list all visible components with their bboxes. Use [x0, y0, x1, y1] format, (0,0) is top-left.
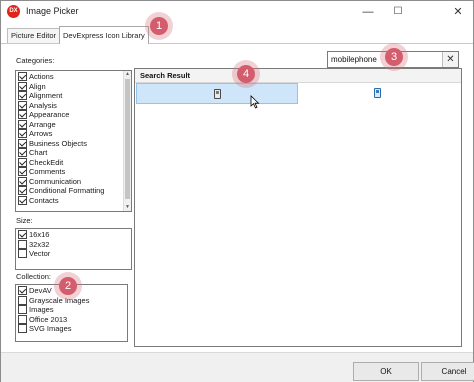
close-button[interactable]: ✕: [443, 1, 473, 23]
category-item-label: Comments: [29, 167, 66, 177]
collection-label: Collection:: [16, 272, 52, 281]
checked-checkbox-icon[interactable]: [18, 81, 27, 91]
checked-checkbox-icon[interactable]: [18, 230, 27, 240]
results-title: Search Result: [140, 71, 191, 80]
collection-item[interactable]: SVG Images: [16, 324, 127, 334]
category-item[interactable]: Comments: [16, 167, 131, 177]
categories-scrollbar[interactable]: ▲ ▼: [123, 71, 131, 211]
search-results-panel: Search Result: [134, 68, 462, 347]
category-item-label: Chart: [29, 148, 48, 158]
checked-checkbox-icon[interactable]: [18, 72, 27, 82]
unchecked-checkbox-icon[interactable]: [18, 324, 27, 334]
maximize-button[interactable]: ☐: [383, 1, 413, 23]
categories-list[interactable]: Actions Align Alignment Analysis Appearance A…: [15, 70, 132, 212]
collection-item-label: Images: [29, 305, 54, 315]
category-item-label: Contacts: [29, 195, 59, 205]
category-item[interactable]: Alignment: [16, 91, 131, 101]
collection-item-label: SVG Images: [29, 324, 72, 334]
scroll-down-arrow-icon[interactable]: ▼: [124, 204, 131, 211]
callout-1: 1: [145, 12, 173, 40]
callout-3: 3: [380, 43, 408, 71]
category-item[interactable]: Actions: [16, 72, 131, 82]
category-item[interactable]: Communication: [16, 176, 131, 187]
tab-strip: Picture Editor DevExpress Icon Library: [1, 23, 473, 44]
checked-checkbox-icon[interactable]: [18, 167, 27, 177]
category-item[interactable]: Arrows: [16, 129, 131, 139]
category-item-label: Arrange: [29, 119, 56, 129]
checked-checkbox-icon[interactable]: [18, 129, 27, 139]
size-list[interactable]: 16x16 32x32 Vector: [15, 228, 132, 270]
scroll-thumb[interactable]: [125, 79, 130, 199]
checked-checkbox-icon[interactable]: [18, 157, 27, 167]
category-item-label: Align: [29, 81, 46, 91]
category-item-label: Business Objects: [29, 138, 87, 148]
size-item-label: 16x16: [29, 230, 50, 240]
category-item-label: Analysis: [29, 100, 57, 110]
unchecked-checkbox-icon[interactable]: [18, 295, 27, 305]
results-header: Search Result: [135, 69, 461, 83]
category-item-label: Conditional Formatting: [29, 186, 105, 196]
checked-checkbox-icon[interactable]: [18, 119, 27, 129]
mobile-phone-icon: [214, 89, 221, 99]
mobile-phone-icon: [374, 88, 381, 98]
category-item[interactable]: Chart: [16, 148, 131, 158]
collection-item[interactable]: Images: [16, 305, 127, 315]
mouse-cursor-icon: [250, 95, 260, 109]
scroll-up-arrow-icon[interactable]: ▲: [124, 71, 131, 78]
checked-checkbox-icon[interactable]: [18, 195, 27, 205]
category-item[interactable]: Conditional Formatting: [16, 186, 131, 196]
size-item[interactable]: 32x32: [16, 239, 131, 250]
category-item[interactable]: Arrange: [16, 119, 131, 130]
window-title: Image Picker: [26, 6, 79, 16]
checked-checkbox-icon[interactable]: [18, 148, 27, 158]
callout-4: 4: [232, 60, 260, 88]
category-item[interactable]: Analysis: [16, 100, 131, 111]
category-item[interactable]: Contacts: [16, 195, 131, 206]
checked-checkbox-icon[interactable]: [18, 91, 27, 101]
category-item-label: Communication: [29, 176, 82, 186]
category-item-label: CheckEdit: [29, 157, 64, 167]
checked-checkbox-icon[interactable]: [18, 138, 27, 148]
cancel-button[interactable]: Cancel: [421, 362, 474, 381]
checked-checkbox-icon[interactable]: [18, 110, 27, 120]
result-item[interactable]: [298, 83, 458, 102]
dialog-button-bar: OK Cancel: [1, 352, 474, 382]
callout-2: 2: [54, 272, 82, 300]
clear-search-icon[interactable]: ✕: [442, 52, 458, 67]
size-label: Size:: [16, 216, 33, 225]
checked-checkbox-icon[interactable]: [18, 100, 27, 110]
unchecked-checkbox-icon[interactable]: [18, 314, 27, 324]
category-item[interactable]: Align: [16, 81, 131, 92]
ok-button[interactable]: OK: [353, 362, 419, 381]
minimize-button[interactable]: —: [353, 1, 383, 23]
devexpress-logo-icon: DX: [7, 5, 20, 18]
checked-checkbox-icon[interactable]: [18, 286, 27, 296]
unchecked-checkbox-icon[interactable]: [18, 305, 27, 315]
tab-devexpress-icon-library[interactable]: DevExpress Icon Library: [59, 26, 149, 44]
category-item-label: Arrows: [29, 129, 53, 139]
unchecked-checkbox-icon[interactable]: [18, 249, 27, 259]
category-item[interactable]: CheckEdit: [16, 157, 131, 168]
size-item[interactable]: 16x16: [16, 230, 131, 240]
checked-checkbox-icon[interactable]: [18, 186, 27, 196]
category-item-label: Appearance: [29, 110, 70, 120]
category-item[interactable]: Appearance: [16, 110, 131, 120]
category-item-label: Alignment: [29, 91, 63, 101]
checked-checkbox-icon[interactable]: [18, 176, 27, 186]
collection-item-label: DevAV: [29, 286, 52, 296]
category-item-label: Actions: [29, 72, 54, 82]
result-item-selected[interactable]: [136, 83, 298, 104]
collection-item-label: Office 2013: [29, 314, 68, 324]
title-bar: DX Image Picker — ☐ ✕: [1, 1, 473, 23]
collection-item[interactable]: Office 2013: [16, 314, 127, 325]
unchecked-checkbox-icon[interactable]: [18, 239, 27, 249]
size-item-label: 32x32: [29, 239, 50, 249]
size-item[interactable]: Vector: [16, 249, 131, 259]
tab-picture-editor[interactable]: Picture Editor: [7, 28, 61, 43]
size-item-label: Vector: [29, 249, 51, 259]
categories-label: Categories:: [16, 56, 55, 65]
category-item[interactable]: Business Objects: [16, 138, 131, 149]
